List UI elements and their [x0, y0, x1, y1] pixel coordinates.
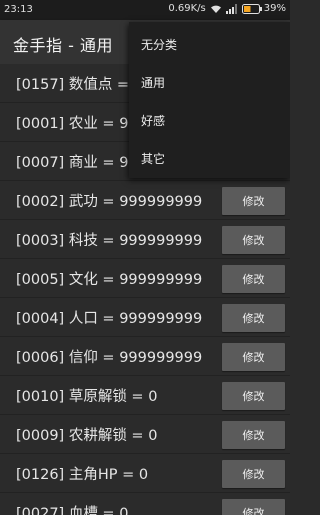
- modify-button[interactable]: 修改: [222, 499, 285, 515]
- cheat-label: [0157] 数值点 = 9: [16, 77, 143, 93]
- modify-button[interactable]: 修改: [222, 343, 285, 371]
- status-bar: 23:13 0.69K/s 39%: [0, 0, 290, 20]
- cheat-label: [0001] 农业 = 99: [16, 116, 138, 132]
- modify-button[interactable]: 修改: [222, 382, 285, 410]
- modify-button[interactable]: 修改: [222, 421, 285, 449]
- status-indicators: 0.69K/s 39%: [168, 3, 286, 14]
- cheat-label: [0005] 文化 = 999999999: [16, 272, 203, 288]
- menu-item-uncategorized[interactable]: 无分类: [141, 36, 177, 53]
- cheat-label: [0010] 草原解锁 = 0: [16, 389, 158, 405]
- status-time: 23:13: [4, 4, 33, 15]
- cheat-label: [0004] 人口 = 999999999: [16, 311, 203, 327]
- cheat-label: [0003] 科技 = 999999999: [16, 233, 203, 249]
- signal-icon: [225, 3, 238, 14]
- list-item: [0002] 武功 = 999999999 修改: [0, 181, 290, 220]
- battery-percent: 39%: [263, 3, 286, 14]
- page-title: 金手指 - 通用: [13, 36, 113, 55]
- modify-button[interactable]: 修改: [222, 304, 285, 332]
- list-item: [0009] 农耕解锁 = 0 修改: [0, 415, 290, 454]
- list-item: [0027] 血槽 = 0 修改: [0, 493, 290, 515]
- menu-item-favor[interactable]: 好感: [141, 112, 165, 129]
- list-item: [0003] 科技 = 999999999 修改: [0, 220, 290, 259]
- list-item: [0126] 主角HP = 0 修改: [0, 454, 290, 493]
- cheat-label: [0007] 商业 = 99: [16, 155, 138, 171]
- modify-button[interactable]: 修改: [222, 226, 285, 254]
- network-speed: 0.69K/s: [168, 3, 206, 14]
- list-item: [0004] 人口 = 999999999 修改: [0, 298, 290, 337]
- battery-indicator: 39%: [241, 3, 286, 14]
- screen: 23:13 0.69K/s 39% 金手指 - 通用 [0157] 数值点 = …: [0, 0, 290, 515]
- list-item: [0010] 草原解锁 = 0 修改: [0, 376, 290, 415]
- modify-button[interactable]: 修改: [222, 265, 285, 293]
- menu-item-other[interactable]: 其它: [141, 150, 165, 167]
- category-dropdown-menu: 无分类 通用 好感 其它: [129, 22, 290, 178]
- menu-item-general[interactable]: 通用: [141, 74, 165, 91]
- list-item: [0005] 文化 = 999999999 修改: [0, 259, 290, 298]
- battery-icon: [241, 3, 262, 14]
- modify-button[interactable]: 修改: [222, 460, 285, 488]
- cheat-label: [0027] 血槽 = 0: [16, 506, 129, 515]
- cheat-label: [0009] 农耕解锁 = 0: [16, 428, 158, 444]
- list-item: [0006] 信仰 = 999999999 修改: [0, 337, 290, 376]
- cheat-label: [0002] 武功 = 999999999: [16, 194, 203, 210]
- wifi-icon: [210, 4, 222, 14]
- cheat-label: [0006] 信仰 = 999999999: [16, 350, 203, 366]
- modify-button[interactable]: 修改: [222, 187, 285, 215]
- cheat-label: [0126] 主角HP = 0: [16, 467, 149, 483]
